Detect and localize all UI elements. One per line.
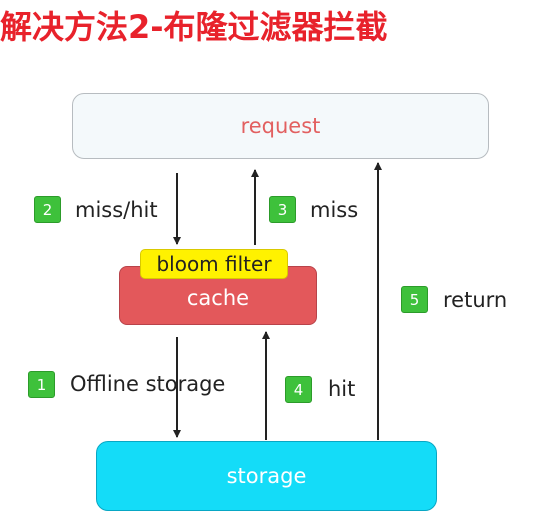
- step-badge-2: 2: [34, 196, 61, 223]
- step-label-miss-hit: miss/hit: [75, 198, 158, 222]
- step-label-return: return: [443, 288, 508, 312]
- step-label-miss: miss: [310, 198, 359, 222]
- step-badge-3: 3: [269, 196, 296, 223]
- step-badge-4: 4: [285, 376, 312, 403]
- step-badge-5: 5: [401, 286, 428, 313]
- step-label-offline-storage: Offline storage: [70, 372, 226, 396]
- flow-arrows: [173, 162, 382, 440]
- step-label-hit: hit: [328, 377, 356, 401]
- step-badge-1: 1: [28, 371, 55, 398]
